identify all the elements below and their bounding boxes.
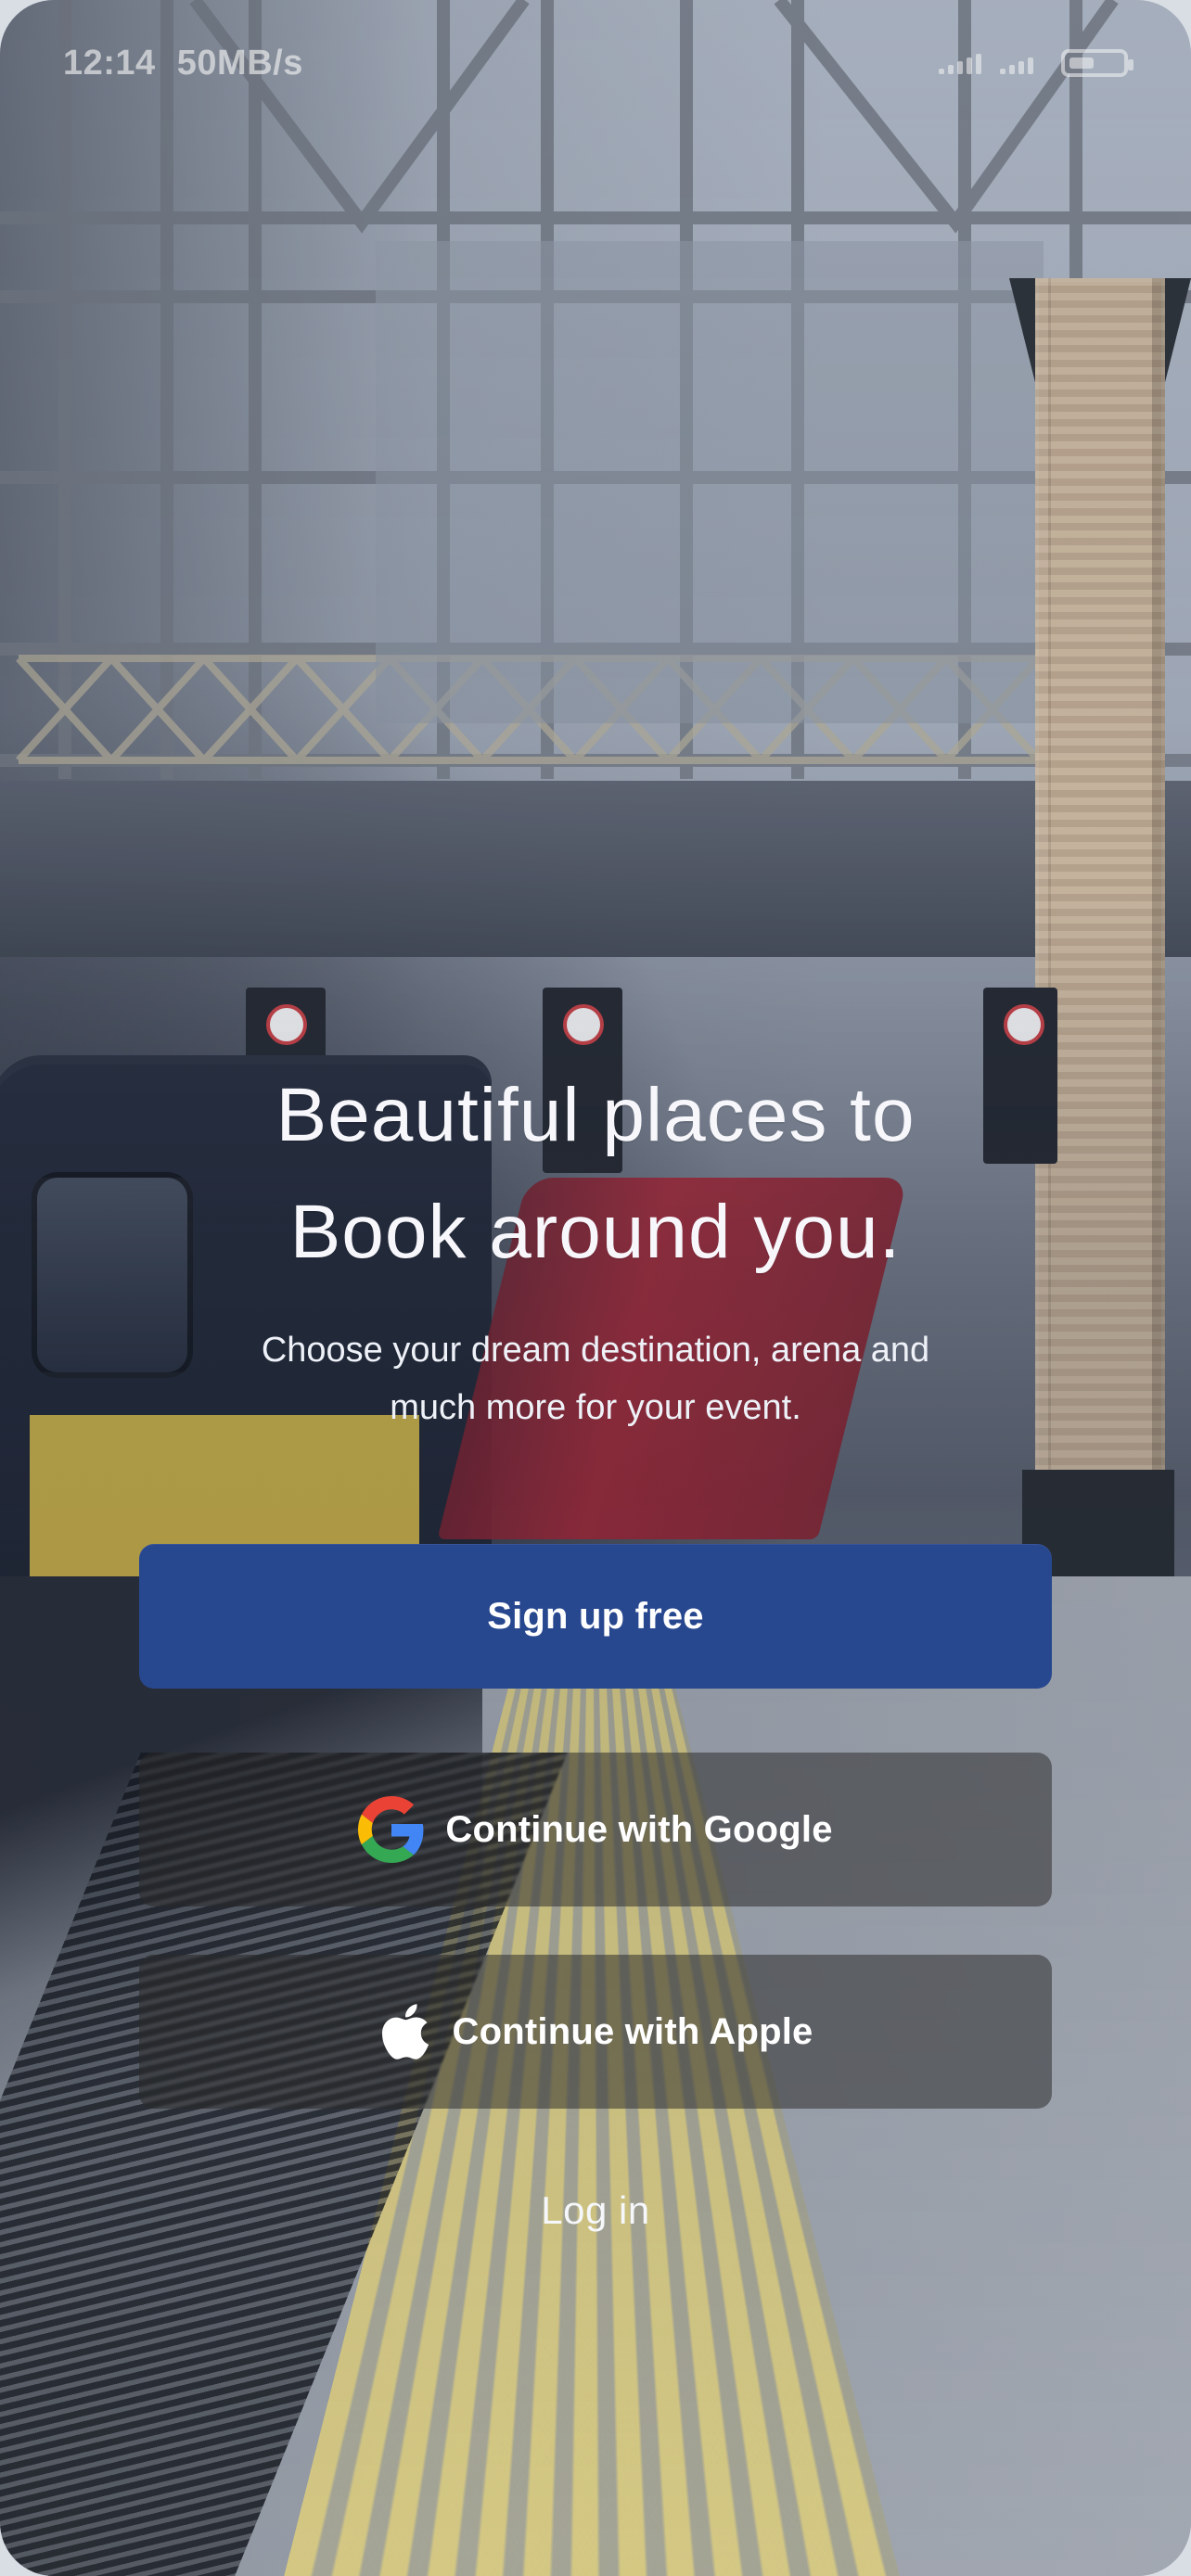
- hero-title: Beautiful places to Book around you.: [0, 1057, 1191, 1291]
- hero-title-line-2: Book around you.: [289, 1190, 902, 1274]
- continue-with-google-button[interactable]: Continue with Google: [139, 1753, 1052, 1906]
- apple-button-label: Continue with Apple: [452, 2010, 813, 2052]
- continue-with-apple-button[interactable]: Continue with Apple: [139, 1955, 1052, 2109]
- google-button-content: Continue with Google: [358, 1796, 832, 1863]
- google-icon: [358, 1796, 424, 1863]
- login-link[interactable]: Log in: [0, 2188, 1191, 2233]
- hero-subtitle-line-2: much more for your event.: [390, 1388, 801, 1427]
- hero-subtitle-line-1: Choose your dream destination, arena and: [261, 1331, 930, 1370]
- apple-icon: [381, 2004, 429, 2060]
- signup-button[interactable]: Sign up free: [139, 1544, 1052, 1689]
- apple-button-content: Continue with Apple: [378, 2000, 813, 2063]
- hero-subtitle: Choose your dream destination, arena and…: [195, 1321, 996, 1436]
- app-screen: 12:14 50MB/s Beautiful places to Book ar…: [0, 0, 1191, 2576]
- landing-content: Beautiful places to Book around you. Cho…: [0, 0, 1191, 2576]
- google-button-label: Continue with Google: [445, 1808, 833, 1850]
- hero-title-line-1: Beautiful places to: [275, 1073, 916, 1157]
- signup-button-label: Sign up free: [487, 1595, 704, 1637]
